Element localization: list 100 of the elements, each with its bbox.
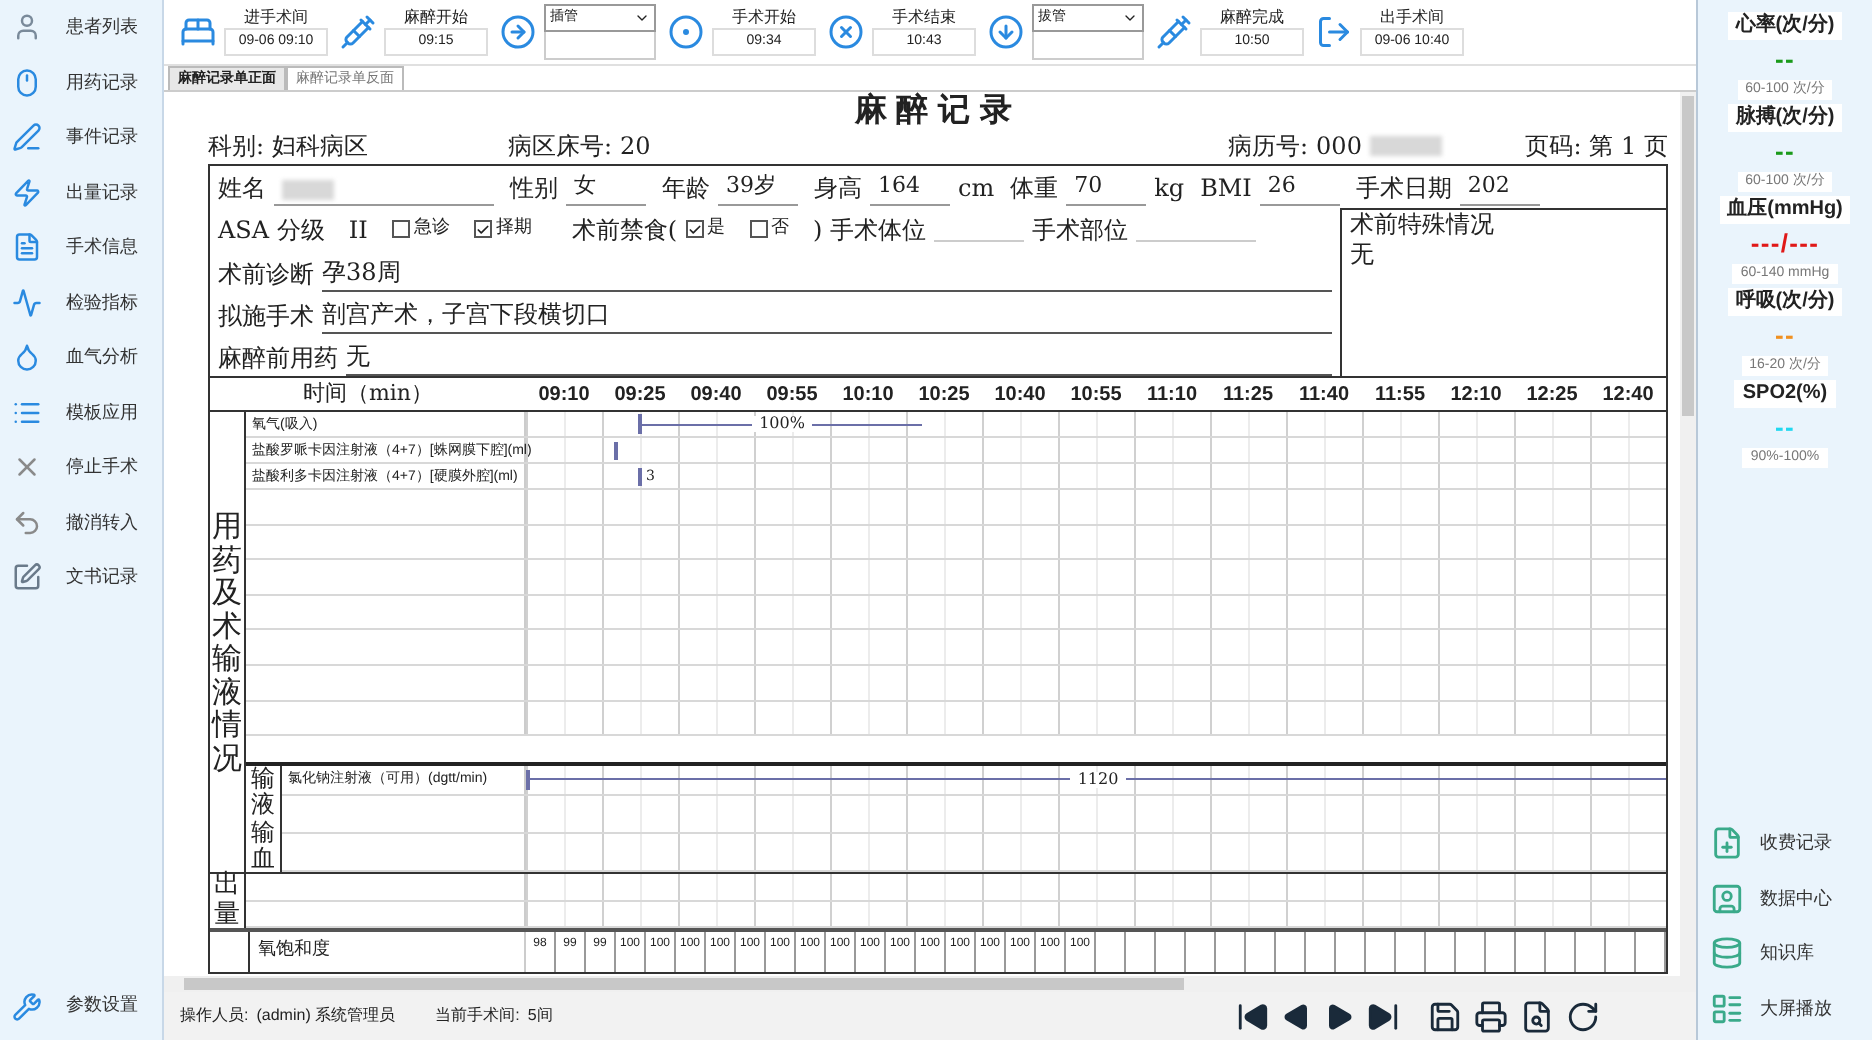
field-label: 术前诊断 — [218, 258, 314, 292]
sidebar-item[interactable]: 检验指标 — [0, 275, 162, 330]
user-card-icon — [1710, 881, 1744, 916]
unit-label: kg — [1154, 171, 1185, 205]
document-icon — [12, 232, 42, 263]
sidebar-item[interactable]: 血气分析 — [0, 330, 162, 385]
wrench-icon — [12, 991, 42, 1021]
fill-in-line[interactable]: 202 — [1459, 170, 1540, 205]
mouse-icon — [12, 67, 42, 98]
sidebar-item[interactable]: 出量记录 — [0, 165, 162, 220]
sidebar-item[interactable]: 撤消转入 — [0, 495, 162, 550]
fill-in-line[interactable]: 26 — [1259, 170, 1340, 205]
status-text: (admin) 系统管理员 — [256, 1004, 396, 1028]
action-button[interactable]: 大屏播放 — [1698, 981, 1872, 1036]
action-button[interactable]: 知识库 — [1698, 926, 1872, 981]
time-label: 10:10 — [840, 382, 896, 410]
save-button[interactable] — [1428, 999, 1462, 1033]
input-field[interactable] — [1032, 32, 1144, 60]
sidebar-item[interactable]: 模板应用 — [0, 385, 162, 440]
vital-label: SPO2(%) — [1734, 380, 1836, 408]
fill-in-line[interactable]: 无 — [346, 338, 1332, 376]
horizontal-scrollbar[interactable] — [164, 976, 1696, 992]
document-plus-icon — [1710, 826, 1744, 861]
time-label: 12:40 — [1600, 382, 1656, 410]
field-label: BMI — [1200, 171, 1252, 205]
layout-icon — [1710, 991, 1744, 1026]
vital-reading: ---/--- — [1750, 226, 1820, 262]
vital-label: 血压(mmHg) — [1719, 196, 1851, 224]
arrow-right-icon — [500, 14, 536, 50]
field-label: 手术部位 — [1032, 213, 1129, 247]
time-label: 09:25 — [612, 382, 668, 410]
field-label: 身高 — [814, 171, 862, 205]
next-page-button[interactable] — [1324, 1001, 1354, 1031]
checkbox[interactable] — [473, 220, 492, 238]
sidebar-item[interactable]: 文书记录 — [0, 550, 162, 605]
vital-reading: -- — [1775, 410, 1795, 446]
refresh-button[interactable] — [1566, 999, 1600, 1033]
refresh-icon — [1566, 999, 1600, 1033]
field-label: ASA 分级 — [218, 213, 325, 247]
time-label: 10:55 — [1068, 382, 1124, 410]
record-title: 麻醉记录 — [852, 92, 1024, 128]
dose-marker — [614, 441, 618, 459]
sidebar-item[interactable]: 事件记录 — [0, 110, 162, 165]
field-label: 病历号: — [1228, 130, 1309, 164]
save-icon — [1428, 999, 1462, 1033]
field-value: II — [348, 213, 368, 247]
fill-in-line[interactable]: 39岁 — [718, 170, 798, 205]
fill-in-line[interactable]: 孕38周 — [322, 254, 1332, 292]
time-label: 11:55 — [1372, 382, 1428, 410]
status-label: 当前手术间: — [435, 1004, 520, 1028]
user-icon — [12, 12, 42, 43]
vital-label: 脉搏(次/分) — [1727, 104, 1843, 132]
vertical-scrollbar[interactable] — [1680, 92, 1696, 976]
checkbox[interactable] — [749, 220, 768, 238]
last-page-button[interactable] — [1366, 999, 1400, 1033]
vital-reading: -- — [1775, 42, 1795, 78]
status-text: 5间 — [527, 1004, 553, 1028]
preview-button[interactable] — [1520, 999, 1554, 1033]
dose-text: 100% — [751, 416, 813, 432]
input-field[interactable] — [544, 32, 656, 60]
print-button[interactable] — [1474, 999, 1508, 1033]
step-label: 进手术间 — [244, 8, 308, 28]
sidebar-item[interactable]: 用药记录 — [0, 55, 162, 110]
time-label: 09:40 — [688, 382, 744, 410]
time-label: 12:25 — [1524, 382, 1580, 410]
fill-in-line[interactable]: 164 — [870, 170, 950, 205]
fill-in-line[interactable]: 70 — [1066, 170, 1147, 205]
sidebar-item[interactable]: 参数设置 — [0, 980, 162, 1032]
notes-label: 术前特殊情况 — [1350, 210, 1496, 240]
caret-icon — [1122, 10, 1138, 26]
previous-page-button[interactable] — [1282, 1001, 1312, 1031]
fill-in-line[interactable]: 女 — [566, 170, 646, 205]
sidebar-item[interactable]: 手术信息 — [0, 220, 162, 275]
vital-label: 心率(次/分) — [1727, 12, 1843, 40]
close-circle-icon — [828, 14, 864, 50]
checkbox[interactable] — [391, 220, 410, 238]
printer-icon — [1474, 999, 1508, 1033]
field-label: 麻醉前用药 — [218, 342, 338, 376]
action-button[interactable]: 收费记录 — [1698, 816, 1872, 871]
fill-in-line[interactable] — [274, 177, 494, 205]
action-button[interactable]: 数据中心 — [1698, 871, 1872, 926]
field-label: 手术体位 — [830, 213, 927, 247]
sidebar-item[interactable]: 停止手术 — [0, 440, 162, 495]
undo-icon — [12, 507, 42, 538]
time-label: 09:55 — [764, 382, 820, 410]
checkbox-label: 急诊 — [413, 215, 450, 242]
vital-label: 呼吸(次/分) — [1727, 288, 1843, 316]
sidebar-item[interactable]: 患者列表 — [0, 0, 162, 55]
list-icon — [12, 397, 42, 428]
chart-icon — [12, 287, 42, 318]
vital-reading: -- — [1775, 134, 1795, 170]
fill-in-line[interactable]: 剖宫产术，子宫下段横切口 — [322, 296, 1332, 334]
first-page-button[interactable] — [1236, 999, 1270, 1033]
field-value: 妇科病区 — [272, 130, 369, 164]
checkbox[interactable] — [685, 220, 704, 238]
droplet-icon — [12, 342, 42, 373]
field-label: 科别: — [208, 130, 265, 164]
field-label: 拟施手术 — [218, 300, 314, 334]
notes-text: 无 — [1350, 240, 1376, 270]
checkbox-label: 择期 — [495, 215, 532, 242]
